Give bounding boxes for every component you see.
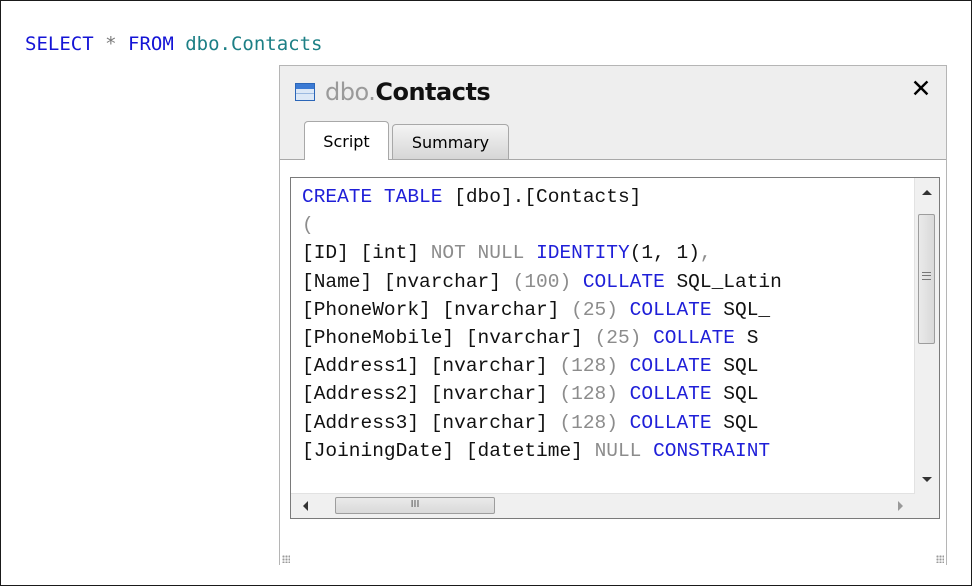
- script-line: [JoiningDate] [datetime] NULL CONSTRAINT: [302, 437, 914, 465]
- script-token: [ID] [int]: [302, 242, 431, 265]
- tab-summary[interactable]: Summary: [392, 124, 509, 159]
- scroll-right-icon[interactable]: [898, 501, 903, 511]
- script-line: [Address3] [nvarchar] (128) COLLATE SQL: [302, 409, 914, 437]
- script-token: COLLATE: [582, 270, 665, 293]
- script-token: COLLATE: [629, 298, 712, 321]
- close-icon[interactable]: ✕: [910, 76, 932, 102]
- script-tab-panel: CREATE TABLE [dbo].[Contacts]([ID] [int]…: [280, 159, 946, 565]
- vertical-scrollbar[interactable]: [914, 178, 939, 494]
- popup-title-schema: dbo.: [325, 78, 376, 106]
- script-token: (25): [571, 298, 630, 321]
- sql-query-line: SELECT * FROM dbo.Contacts: [25, 32, 323, 56]
- scrollbar-corner: [915, 494, 939, 518]
- script-token: (128): [559, 355, 630, 378]
- script-line: [Address1] [nvarchar] (128) COLLATE SQL: [302, 352, 914, 380]
- script-token: [dbo].[Contacts]: [442, 186, 642, 208]
- script-token: COLLATE: [653, 326, 735, 349]
- select-keyword: SELECT: [25, 33, 94, 55]
- query-editor[interactable]: SELECT * FROM dbo.Contacts dbo. Contacts …: [0, 0, 972, 586]
- horizontal-scrollbar[interactable]: III: [291, 493, 915, 518]
- script-token: ,: [699, 242, 712, 265]
- script-token: NULL: [594, 439, 654, 462]
- star-operator: *: [105, 33, 117, 55]
- script-token: [JoiningDate] [datetime]: [302, 439, 595, 462]
- from-keyword: FROM: [128, 33, 174, 55]
- resize-grip-left-icon[interactable]: [282, 555, 290, 563]
- table-object-link[interactable]: dbo.Contacts: [185, 33, 322, 55]
- grip-icon: [922, 272, 931, 280]
- script-token: COLLATE: [629, 355, 712, 378]
- script-token: IDENTITY: [536, 242, 630, 265]
- script-token: SQL_Latin: [664, 270, 782, 293]
- tab-script[interactable]: Script: [304, 121, 389, 160]
- script-token: (128): [559, 411, 630, 434]
- script-line: [Name] [nvarchar] (100) COLLATE SQL_Lati…: [302, 268, 914, 296]
- script-token: [PhoneMobile] [nvarchar]: [302, 326, 595, 349]
- resize-grip-right-icon[interactable]: [936, 555, 944, 563]
- script-token: (100): [512, 270, 583, 293]
- scroll-down-icon[interactable]: [922, 477, 932, 482]
- popup-title: dbo. Contacts: [295, 78, 491, 106]
- horizontal-scroll-thumb[interactable]: III: [335, 497, 495, 514]
- script-token: SQL: [711, 383, 759, 406]
- script-token: [PhoneWork] [nvarchar]: [302, 298, 572, 321]
- script-token: [Address3] [nvarchar]: [302, 411, 560, 434]
- script-token: (25): [594, 326, 654, 349]
- script-token: S: [735, 326, 759, 349]
- script-token: [Name] [nvarchar]: [302, 270, 513, 293]
- script-token: SQL: [711, 411, 759, 434]
- object-definition-popup: dbo. Contacts ✕ Script Summary CREATE TAB…: [279, 65, 947, 565]
- script-token: NOT NULL: [430, 242, 537, 265]
- script-token: COLLATE: [629, 411, 712, 434]
- script-line: [PhoneMobile] [nvarchar] (25) COLLATE S: [302, 324, 914, 352]
- script-token: SQL_: [711, 298, 771, 321]
- script-token: CREATE TABLE: [302, 186, 443, 208]
- scroll-up-icon[interactable]: [922, 190, 932, 195]
- script-token: (: [302, 214, 314, 237]
- scroll-left-icon[interactable]: [303, 501, 308, 511]
- vertical-scroll-thumb[interactable]: [918, 214, 935, 344]
- script-text[interactable]: CREATE TABLE [dbo].[Contacts]([ID] [int]…: [302, 183, 914, 499]
- script-line: [Address2] [nvarchar] (128) COLLATE SQL: [302, 380, 914, 408]
- script-line: [PhoneWork] [nvarchar] (25) COLLATE SQL_: [302, 296, 914, 324]
- script-token: (1, 1): [629, 242, 700, 265]
- script-line: (: [302, 211, 914, 239]
- script-token: (128): [559, 383, 630, 406]
- popup-title-name: Contacts: [375, 78, 491, 106]
- script-line: [ID] [int] NOT NULL IDENTITY(1, 1),: [302, 239, 914, 267]
- script-token: CONSTRAINT: [653, 439, 771, 462]
- script-token: COLLATE: [629, 383, 712, 406]
- script-line: CREATE TABLE [dbo].[Contacts]: [302, 183, 914, 211]
- script-token: [Address1] [nvarchar]: [302, 355, 560, 378]
- script-token: SQL: [711, 355, 759, 378]
- script-viewer[interactable]: CREATE TABLE [dbo].[Contacts]([ID] [int]…: [290, 177, 940, 519]
- table-icon: [295, 83, 315, 101]
- script-token: [Address2] [nvarchar]: [302, 383, 560, 406]
